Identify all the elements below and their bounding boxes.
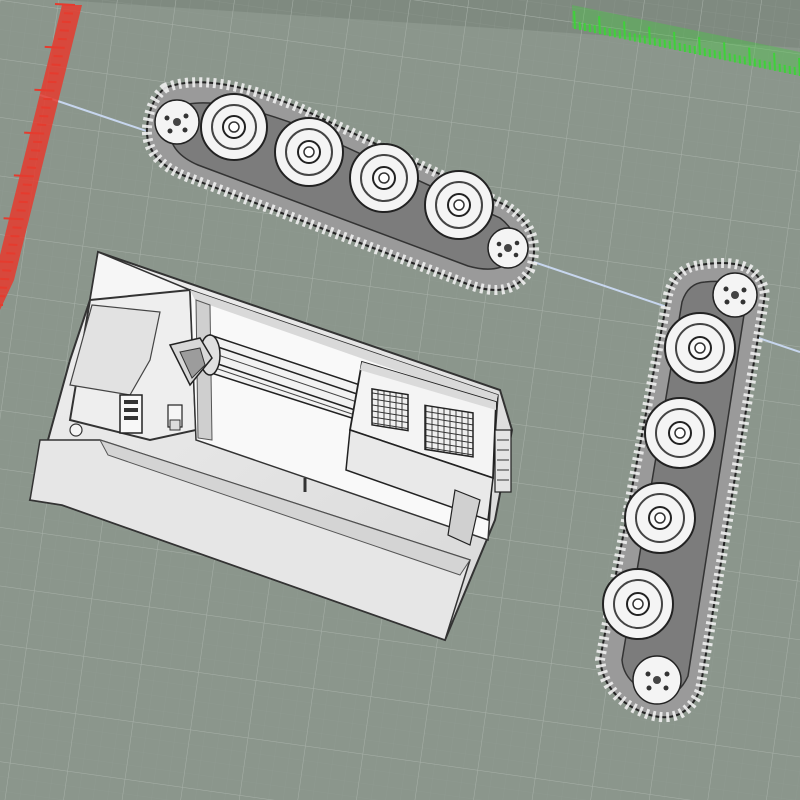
3d-viewport[interactable] bbox=[0, 0, 800, 800]
rear-vent bbox=[494, 429, 512, 493]
ruler-tick bbox=[723, 42, 726, 61]
ruler-tick bbox=[0, 260, 14, 264]
sprocket-top-right bbox=[487, 227, 529, 269]
road-wheel bbox=[624, 482, 696, 554]
ruler-tick bbox=[673, 31, 676, 50]
ruler-tick bbox=[0, 303, 4, 306]
road-wheel bbox=[644, 397, 716, 469]
sprocket-top-left bbox=[154, 99, 200, 145]
ruler-tick bbox=[573, 10, 576, 30]
road-wheel bbox=[664, 312, 736, 384]
road-wheel bbox=[200, 93, 268, 161]
ruler-tick bbox=[748, 47, 751, 66]
ruler-tick bbox=[598, 16, 601, 35]
ruler-tick bbox=[648, 26, 651, 45]
ruler-tick bbox=[623, 21, 626, 40]
sprocket-right-top bbox=[712, 272, 758, 318]
sprocket-right-bottom bbox=[632, 655, 682, 705]
ruler-tick bbox=[24, 131, 45, 135]
ruler-tick bbox=[698, 37, 701, 56]
road-wheel bbox=[274, 117, 344, 187]
road-wheel bbox=[602, 568, 674, 640]
ruler-tick bbox=[3, 217, 24, 221]
ruler-tick bbox=[54, 3, 76, 6]
ruler-tick bbox=[13, 174, 34, 178]
ruler-tick bbox=[44, 45, 65, 49]
ruler-tick bbox=[773, 52, 776, 71]
road-wheel bbox=[424, 170, 494, 240]
scene-canvas[interactable] bbox=[0, 0, 800, 800]
ruler-tick bbox=[34, 88, 55, 92]
road-wheel bbox=[349, 143, 419, 213]
